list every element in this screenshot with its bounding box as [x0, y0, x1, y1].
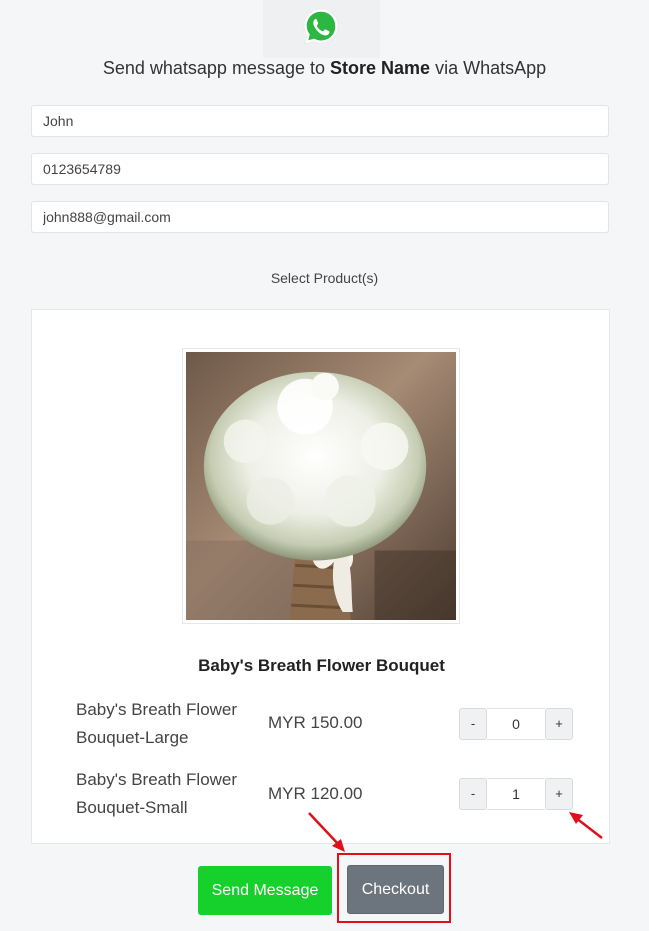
phone-field[interactable] — [31, 153, 609, 185]
name-field[interactable] — [31, 105, 609, 137]
quantity-stepper: - + — [459, 708, 577, 740]
product-title: Baby's Breath Flower Bouquet — [198, 656, 445, 675]
page-title: Send whatsapp message to Store Name via … — [0, 58, 649, 79]
email-field[interactable] — [31, 201, 609, 233]
quantity-input[interactable] — [487, 778, 545, 810]
variant-price: MYR 150.00 — [268, 713, 363, 732]
whatsapp-icon — [303, 8, 339, 45]
quantity-stepper: - + — [459, 778, 577, 810]
quantity-input[interactable] — [487, 708, 545, 740]
variant-name: Baby's Breath Flower Bouquet-Large — [76, 700, 238, 747]
send-message-button[interactable]: Send Message — [198, 866, 332, 915]
product-card: Baby's Breath Flower Bouquet Baby's Brea… — [31, 309, 610, 844]
increase-button[interactable]: + — [545, 708, 573, 740]
increase-button[interactable]: + — [545, 778, 573, 810]
product-image[interactable] — [182, 348, 460, 624]
title-suffix: via WhatsApp — [435, 58, 547, 78]
variant-price: MYR 120.00 — [268, 784, 363, 803]
decrease-button[interactable]: - — [459, 708, 487, 740]
variant-name: Baby's Breath Flower Bouquet-Small — [76, 770, 238, 817]
decrease-button[interactable]: - — [459, 778, 487, 810]
title-prefix: Send whatsapp message to — [102, 58, 325, 78]
logo-box — [263, 0, 380, 58]
store-name: Store Name — [330, 58, 431, 78]
checkout-button[interactable]: Checkout — [347, 865, 444, 914]
select-products-label: Select Product(s) — [270, 270, 379, 286]
